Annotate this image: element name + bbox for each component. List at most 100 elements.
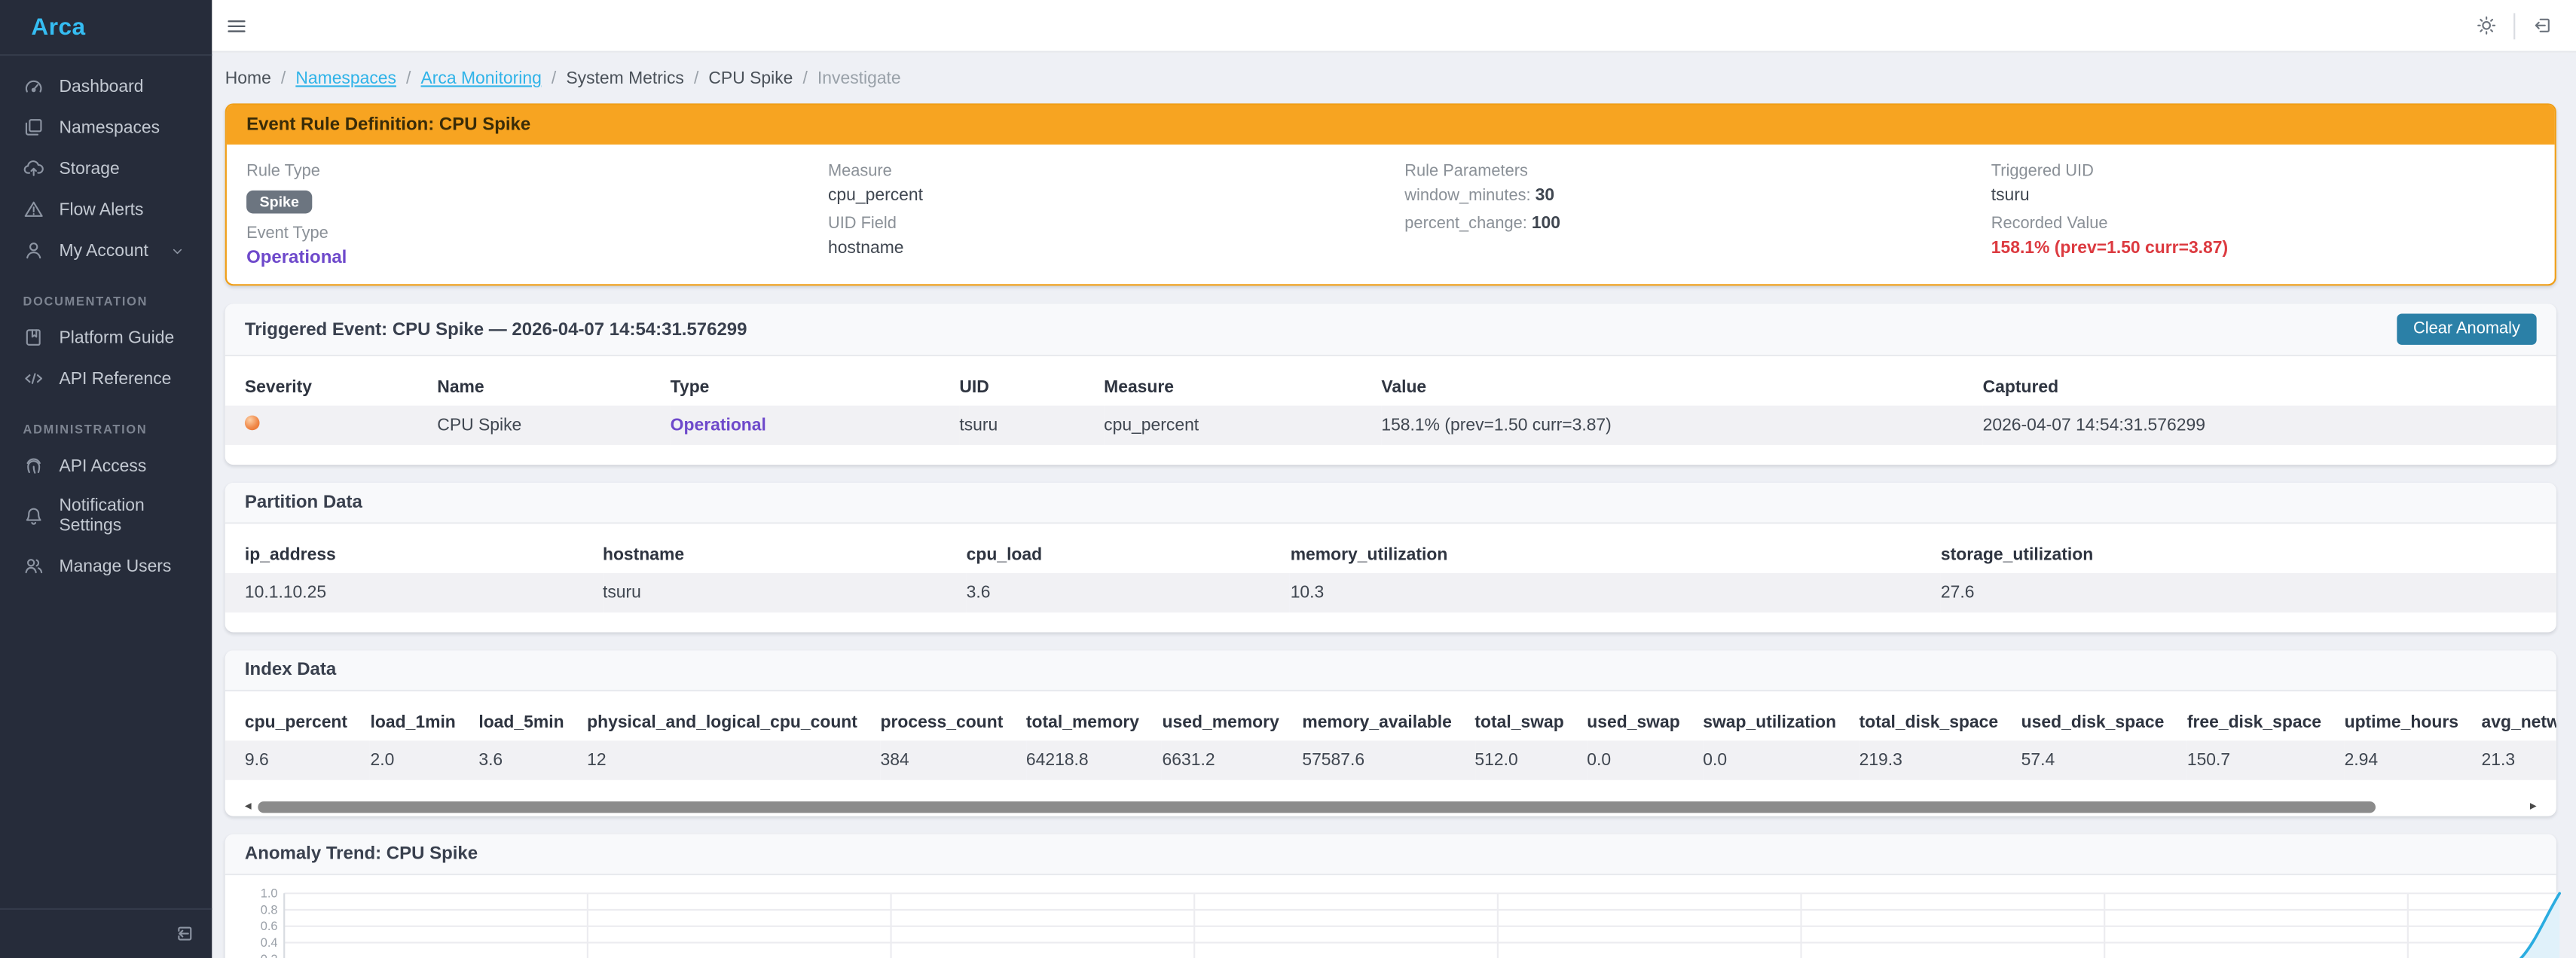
- column-header-value: Value: [1381, 371, 1982, 406]
- event-rule-definition-card: Event Rule Definition: CPU Spike Rule Ty…: [225, 103, 2556, 285]
- cell-used-disk-space: 57.4: [2021, 740, 2187, 780]
- column-header-process-count: process_count: [880, 706, 1025, 741]
- svg-text:1.0: 1.0: [261, 889, 278, 901]
- cell-cpu-percent: 9.6: [225, 740, 371, 780]
- scroll-left-arrow-icon[interactable]: ◂: [245, 800, 252, 813]
- scroll-right-arrow-icon[interactable]: ▸: [2530, 800, 2537, 813]
- breadcrumb-item-cpu-spike: CPU Spike: [708, 69, 793, 89]
- layers-icon: [23, 117, 44, 138]
- triggered-uid-value: tsuru: [1991, 185, 2535, 205]
- cell-total-memory: 64218.8: [1026, 740, 1163, 780]
- cloud-upload-icon: [23, 157, 44, 178]
- rule-type-badge: Spike: [246, 191, 312, 214]
- page-content: Home/Namespaces/Arca Monitoring/System M…: [212, 53, 2576, 958]
- sidebar-collapse-icon[interactable]: [174, 923, 195, 944]
- recorded-value: 158.1% (prev=1.50 curr=3.87): [1991, 238, 2535, 258]
- sidebar-item-api-reference[interactable]: API Reference: [0, 358, 212, 399]
- cell-cpu-load: 3.6: [967, 573, 1291, 612]
- anomaly-trend-card: Anomaly Trend: CPU Spike 00.20.40.60.81.…: [225, 834, 2556, 958]
- scrollbar-track[interactable]: [258, 801, 2523, 812]
- cell-measure: cpu_percent: [1104, 406, 1381, 445]
- theme-toggle-sun-icon[interactable]: [2476, 15, 2497, 36]
- users-icon: [23, 555, 44, 576]
- cell-used-swap: 0.0: [1587, 740, 1703, 780]
- table-row: 9.62.03.61238464218.86631.257587.6512.00…: [225, 740, 2556, 780]
- sidebar-item-label: My Account: [59, 240, 148, 260]
- breadcrumb-separator: /: [406, 69, 411, 89]
- column-header-used-disk-space: used_disk_space: [2021, 706, 2187, 741]
- table-header-row: ip_addresshostnamecpu_loadmemory_utiliza…: [225, 538, 2556, 573]
- partition-data-header: Partition Data: [225, 483, 2556, 524]
- sidebar-item-notification-settings[interactable]: Notification Settings: [0, 486, 212, 545]
- column-header-uid: UID: [959, 371, 1104, 406]
- main-area: Home/Namespaces/Arca Monitoring/System M…: [212, 0, 2576, 958]
- sidebar-section-title: DOCUMENTATION: [0, 271, 212, 317]
- partition-data-card: Partition Data ip_addresshostnamecpu_loa…: [225, 483, 2556, 632]
- column-header-total-disk-space: total_disk_space: [1859, 706, 2021, 741]
- cell-uid: tsuru: [959, 406, 1104, 445]
- sidebar-item-storage[interactable]: Storage: [0, 148, 212, 189]
- event-rule-definition-body: Rule Type Spike Event Type Operational M…: [227, 145, 2555, 284]
- breadcrumb-item-home: Home: [225, 69, 271, 89]
- cell-swap-utilization: 0.0: [1703, 740, 1859, 780]
- column-header-cpu-percent: cpu_percent: [225, 706, 371, 741]
- event-type-value[interactable]: Operational: [246, 248, 828, 267]
- svg-text:0.8: 0.8: [261, 903, 278, 917]
- cell-process-count: 384: [880, 740, 1025, 780]
- rule-parameters-list: window_minutes: 30 percent_change: 100: [1404, 185, 1991, 233]
- event-rule-definition-title: Event Rule Definition: CPU Spike: [227, 105, 2555, 145]
- sidebar-item-label: Storage: [59, 158, 119, 178]
- uid-field-value: hostname: [828, 238, 1404, 258]
- column-header-used-memory: used_memory: [1163, 706, 1303, 741]
- sidebar: Arca DashboardNamespaces Storage Flow Aler…: [0, 0, 212, 958]
- sidebar-item-my-account[interactable]: My Account: [0, 230, 212, 271]
- column-header-measure: Measure: [1104, 371, 1381, 406]
- logout-icon[interactable]: [2532, 15, 2553, 36]
- partition-data-table: ip_addresshostnamecpu_loadmemory_utiliza…: [225, 538, 2556, 612]
- breadcrumb-item-namespaces[interactable]: Namespaces: [295, 69, 396, 89]
- uid-field-label: UID Field: [828, 215, 1404, 233]
- hamburger-menu-icon[interactable]: [225, 14, 249, 38]
- sidebar-item-dashboard[interactable]: Dashboard: [0, 66, 212, 107]
- sidebar-item-label: Platform Guide: [59, 328, 174, 347]
- rule-parameter-percent-change: percent_change: 100: [1404, 213, 1991, 233]
- rule-parameters-column: Rule Parameters window_minutes: 30percen…: [1404, 160, 1991, 268]
- chevron-down-icon: [170, 243, 186, 259]
- sidebar-nav: DashboardNamespaces Storage Flow Alerts My …: [0, 56, 212, 908]
- breadcrumb-item-system-metrics: System Metrics: [566, 69, 683, 89]
- clear-anomaly-button[interactable]: Clear Anomaly: [2397, 313, 2536, 344]
- sidebar-item-api-access[interactable]: API Access: [0, 445, 212, 487]
- sidebar-item-namespaces[interactable]: Namespaces: [0, 107, 212, 148]
- cell-storage-utilization: 27.6: [1941, 573, 2556, 612]
- scrollbar-thumb[interactable]: [258, 801, 2376, 812]
- breadcrumb: Home/Namespaces/Arca Monitoring/System M…: [225, 69, 2556, 89]
- rule-parameter-window-minutes: window_minutes: 30: [1404, 185, 1991, 205]
- sidebar-item-platform-guide[interactable]: Platform Guide: [0, 317, 212, 358]
- triggered-event-header: Triggered Event: CPU Spike — 2026-04-07 …: [225, 304, 2556, 356]
- sidebar-item-manage-users[interactable]: Manage Users: [0, 545, 212, 587]
- triggered-event-title: Triggered Event: CPU Spike — 2026-04-07 …: [245, 319, 747, 339]
- measure-column: Measure cpu_percent UID Field hostname: [828, 160, 1404, 268]
- gauge-icon: [23, 75, 44, 96]
- cell-total-swap: 512.0: [1474, 740, 1587, 780]
- index-data-horizontal-scrollbar: ◂ ▸: [245, 800, 2537, 816]
- fingerprint-icon: [23, 455, 44, 476]
- cell-type: Operational: [671, 406, 960, 445]
- cell-ip-address: 10.1.10.25: [225, 573, 603, 612]
- cell-avg-network-latency: 21.3: [2482, 740, 2556, 780]
- app-logo[interactable]: Arca: [0, 0, 212, 54]
- sidebar-item-flow-alerts[interactable]: Flow Alerts: [0, 189, 212, 230]
- measure-value: cpu_percent: [828, 185, 1404, 205]
- svg-text:0.2: 0.2: [261, 953, 278, 958]
- column-header-uptime-hours: uptime_hours: [2345, 706, 2482, 741]
- anomaly-trend-title: Anomaly Trend: CPU Spike: [245, 844, 478, 864]
- triggered-event-table: SeverityNameTypeUIDMeasureValueCapturedC…: [225, 371, 2556, 445]
- anomaly-trend-header: Anomaly Trend: CPU Spike: [225, 834, 2556, 876]
- cell-total-disk-space: 219.3: [1859, 740, 2021, 780]
- column-header-severity: Severity: [225, 371, 438, 406]
- cell-severity: [225, 406, 438, 445]
- event-type-link[interactable]: Operational: [671, 416, 766, 435]
- cell-captured: 2026-04-07 14:54:31.576299: [1983, 406, 2556, 445]
- breadcrumb-item-arca-monitoring[interactable]: Arca Monitoring: [421, 69, 542, 89]
- warning-triangle-icon: [23, 199, 44, 220]
